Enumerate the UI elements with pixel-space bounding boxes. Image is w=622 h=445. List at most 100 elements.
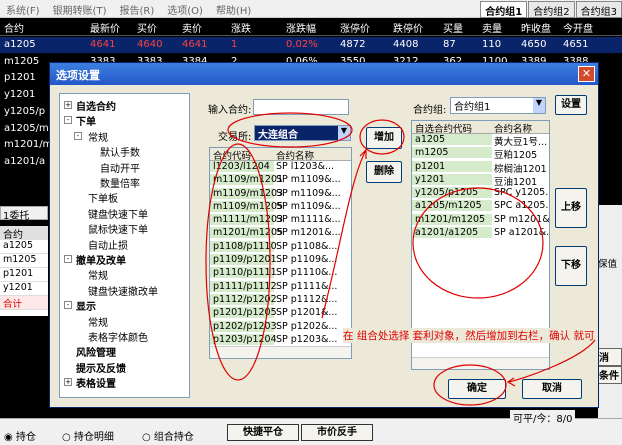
quote-row[interactable]: a1205 4641 4640 4641 1 0.02% 4872 4408 87 110 4650… [0, 37, 622, 53]
tree-node[interactable]: 提示及反馈 [76, 360, 126, 375]
list-item[interactable]: a1205 黄大豆1号... [412, 134, 549, 148]
source-contract-list[interactable]: 合约代码 合约名称 l1203/l1204 SP l1203&... m1109/m12… [209, 147, 352, 359]
radio-combo-position[interactable]: ○ 组合持仓 [142, 428, 194, 443]
tree-node[interactable]: 下单板 [88, 190, 118, 205]
horizontal-scrollbar[interactable] [210, 346, 351, 358]
chevron-down-icon[interactable]: ▼ [338, 126, 350, 140]
horizontal-scrollbar[interactable] [412, 357, 549, 369]
list-column-header[interactable]: 合约名称 [276, 148, 314, 162]
tree-node[interactable]: 常规 [88, 267, 108, 282]
tree-node[interactable]: 表格字体颜色 [88, 329, 148, 344]
list-item[interactable]: m1109/m1203 SP m1109&... [210, 187, 351, 201]
quick-close-button[interactable]: 快捷平仓 [227, 424, 299, 441]
list-item[interactable]: p1109/p1201 SP p1109&... [210, 254, 351, 267]
radio-position-detail[interactable]: ○ 持仓明细 [62, 428, 114, 443]
quote-column-header[interactable]: 买价 [137, 20, 157, 35]
tree-node[interactable]: 鼠标快速下单 [88, 221, 148, 236]
tree-node[interactable]: 键盘快速下单 [88, 206, 148, 221]
tree-node[interactable]: 键盘快速撤改单 [88, 283, 158, 298]
group-tab[interactable]: 合约组2 [528, 1, 575, 18]
cancel-button[interactable]: 取消 [522, 379, 582, 399]
tree-node[interactable]: 数量倍率 [100, 175, 140, 190]
tree-node[interactable]: 风险管理 [76, 344, 116, 359]
quote-column-header[interactable]: 涨跌幅 [286, 20, 316, 35]
list-item[interactable]: m1205 豆粕1205 [412, 147, 549, 161]
collapse-icon[interactable]: - [64, 255, 72, 263]
list-item[interactable]: l1203/l1204 SP l1203&... [210, 161, 351, 174]
tab-orders[interactable]: 1委托 [0, 206, 48, 222]
list-column-header[interactable]: 合约名称 [494, 121, 532, 135]
list-item[interactable]: p1112/p1202 SP p1112&... [210, 293, 351, 307]
position-row[interactable]: y1201 [0, 282, 48, 296]
move-up-button[interactable]: 上移 [555, 188, 587, 228]
tree-node[interactable]: 自动开平 [100, 160, 140, 175]
list-item[interactable]: p1108/p1110 SP p1108&... [210, 240, 351, 254]
list-column-header[interactable]: 自选合约代码 [415, 121, 472, 135]
group-tab[interactable]: 合约组1 [480, 1, 528, 18]
collapse-icon[interactable]: - [74, 131, 82, 140]
menu-item[interactable]: 银期转账(T) [47, 0, 114, 17]
group-tab[interactable]: 合约组3 [575, 1, 622, 18]
collapse-icon[interactable]: - [64, 116, 72, 125]
market-reverse-button[interactable]: 市价反手 [301, 424, 373, 441]
list-column-header[interactable]: 合约代码 [213, 148, 251, 162]
list-item[interactable]: p1110/p1111 SP p1110&... [210, 267, 351, 280]
exchange-select[interactable]: 大连组合 ▼ [254, 125, 351, 141]
settings-button[interactable]: 设置 [555, 95, 587, 115]
tree-node[interactable]: 常规 [88, 129, 108, 144]
quote-column-header[interactable]: 涨停价 [340, 20, 370, 35]
list-item[interactable]: p1201 棕榈油1201 [412, 160, 549, 175]
list-item[interactable]: m1201/m1205SP m1201&... [412, 213, 549, 227]
quote-column-header[interactable]: 卖量 [482, 20, 502, 35]
tree-node[interactable]: 自选合约 [76, 98, 116, 113]
position-row[interactable]: p1201 [0, 268, 48, 282]
collapse-icon[interactable]: - [64, 301, 72, 310]
tree-node[interactable]: 默认手数 [100, 144, 140, 159]
cancel-order-button[interactable]: 消 [598, 348, 622, 366]
condition-button[interactable]: 条件 [598, 366, 622, 384]
chevron-down-icon[interactable]: ▼ [533, 98, 545, 113]
quote-column-header[interactable]: 最新价 [90, 20, 120, 35]
move-down-button[interactable]: 下移 [555, 246, 587, 286]
list-item[interactable]: m1109/m1201 SP m1109&... [210, 174, 351, 187]
list-item[interactable]: m1109/m1205 SP m1109&... [210, 200, 351, 214]
list-item[interactable]: a1201/a1205 SP a1201&... [412, 227, 549, 240]
tree-node[interactable]: 下单 [76, 113, 96, 128]
list-item[interactable]: y1201 豆油1201 [412, 173, 549, 188]
tree-node[interactable]: 表格设置 [76, 375, 116, 390]
delete-button[interactable]: 删除 [366, 161, 402, 183]
tree-node[interactable]: 自动止损 [88, 237, 128, 252]
menu-item[interactable]: 报告(R) [113, 0, 161, 17]
list-item[interactable]: m1201/m1205SP m1201&... [210, 227, 351, 240]
list-item[interactable]: p1201/p1205 SP p1201&... [210, 307, 351, 320]
quote-column-header[interactable]: 昨收盘 [521, 20, 551, 35]
quote-column-header[interactable]: 今开盘 [563, 20, 593, 35]
quote-column-header[interactable]: 买量 [443, 20, 463, 35]
list-item[interactable]: m1111/m1203 SP m1111&... [210, 214, 351, 227]
menu-item[interactable]: 帮助(H) [210, 0, 258, 17]
tree-node[interactable]: 显示 [76, 298, 96, 313]
list-item[interactable]: y1205/p1205 SPC y1205... [412, 187, 549, 200]
quote-column-header[interactable]: 跌停价 [393, 20, 423, 35]
group-select[interactable]: 合约组1 ▼ [450, 97, 546, 114]
tree-node[interactable]: 常规 [88, 314, 108, 329]
quote-column-header[interactable]: 合约 [4, 20, 24, 35]
menu-item[interactable]: 选项(O) [161, 0, 210, 17]
quote-column-header[interactable]: 涨跌 [231, 20, 251, 35]
expand-icon[interactable]: + [64, 101, 72, 109]
radio-position[interactable]: ◉ 持仓 [4, 428, 36, 443]
position-row[interactable]: 合计 [0, 296, 48, 310]
position-row[interactable]: a1205 [0, 240, 48, 254]
tree-node[interactable]: 撤单及改单 [76, 252, 126, 267]
expand-icon[interactable]: + [64, 378, 72, 387]
quote-column-header[interactable]: 卖价 [182, 20, 202, 35]
ok-button[interactable]: 确定 [448, 379, 506, 399]
list-item[interactable]: a1205/m1205 SPC a1205... [412, 200, 549, 213]
input-contract-field[interactable] [253, 99, 349, 115]
position-row[interactable]: m1205 [0, 254, 48, 268]
menu-item[interactable]: 系统(F) [0, 0, 47, 17]
close-icon[interactable]: ✕ [578, 66, 595, 82]
add-button[interactable]: 增加 [366, 127, 402, 149]
list-item[interactable]: p1111/p1112 SP p1111&... [210, 280, 351, 294]
hedge-checkbox[interactable]: 保值 [598, 256, 622, 270]
